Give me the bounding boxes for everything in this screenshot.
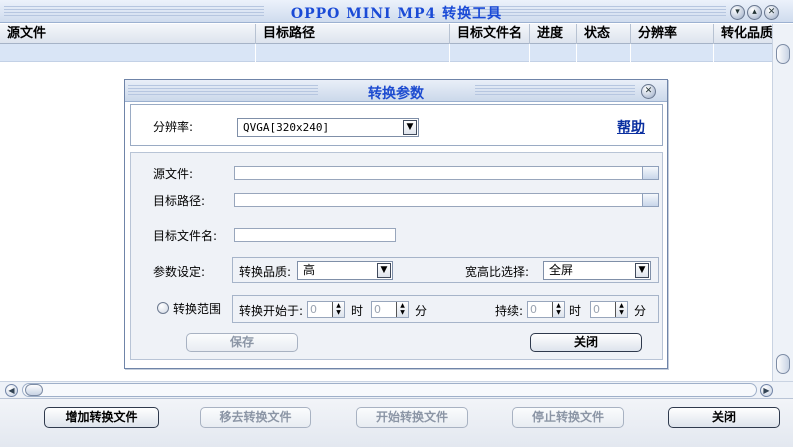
aspect-label: 宽高比选择:	[465, 265, 530, 279]
stop-convert-button[interactable]: 停止转换文件	[512, 407, 624, 428]
convert-params-dialog: 转换参数 ✕ 分辨率: QVGA[320x240] ▼ 帮助 源文件: 目标路径…	[124, 79, 668, 369]
spin-arrows-icon[interactable]: ▲ ▼	[332, 302, 344, 317]
column-header-progress[interactable]: 进度	[530, 24, 577, 44]
table-header: 源文件 目标路径 目标文件名 进度 状态 分辨率 转化品质	[0, 24, 772, 44]
maximize-icon[interactable]: ▴	[747, 5, 762, 20]
hour-label: 时	[351, 304, 364, 318]
column-header-quality[interactable]: 转化品质	[714, 24, 772, 44]
horizontal-scroll-thumb[interactable]	[25, 384, 43, 396]
aspect-value: 全屏	[549, 263, 574, 277]
table-row[interactable]	[0, 44, 772, 62]
horizontal-scrollbar[interactable]: ◀ ▶	[0, 381, 793, 398]
help-link[interactable]: 帮助	[617, 117, 645, 137]
duration-label: 持续:	[495, 304, 524, 318]
column-header-resolution[interactable]: 分辨率	[631, 24, 714, 44]
browse-source-button[interactable]	[642, 166, 659, 180]
aspect-select[interactable]: 全屏 ▼	[543, 261, 651, 280]
duration-hour-value: 0	[530, 303, 537, 316]
vertical-scroll-thumb[interactable]	[776, 44, 790, 64]
scroll-down-icon[interactable]	[776, 354, 790, 374]
main-window: OPPO MINI MP4 转换工具 ▾ ▴ ✕ 源文件 目标路径 目标文件名 …	[0, 0, 793, 447]
source-label: 源文件:	[153, 167, 194, 181]
params-group: 转换品质: 高 ▼ 宽高比选择: 全屏 ▼	[232, 257, 659, 283]
chevron-down-icon[interactable]: ▼	[635, 263, 649, 278]
column-header-source[interactable]: 源文件	[0, 24, 256, 44]
params-panel: 源文件: 目标路径: 目标文件名: 参数设定: 转换品质: 高 ▼ 宽高比选择:…	[130, 152, 663, 360]
dialog-close-button[interactable]: 关闭	[530, 333, 642, 352]
range-label: 转换范围	[173, 302, 222, 316]
source-field[interactable]	[234, 166, 659, 180]
window-title: OPPO MINI MP4 转换工具	[290, 6, 503, 22]
chevron-down-icon[interactable]: ▼	[403, 120, 417, 135]
target-name-field[interactable]	[234, 228, 396, 242]
quality-value: 高	[303, 263, 316, 277]
browse-target-button[interactable]	[642, 193, 659, 207]
title-bar[interactable]: OPPO MINI MP4 转换工具 ▾ ▴ ✕	[0, 0, 793, 23]
dialog-title: 转换参数	[368, 86, 424, 102]
minute-label: 分	[634, 304, 647, 318]
params-label: 参数设定:	[153, 265, 206, 279]
start-minute-stepper[interactable]: 0 ▲ ▼	[371, 301, 409, 318]
quality-label: 转换品质:	[239, 265, 292, 279]
scroll-right-icon[interactable]: ▶	[760, 384, 773, 397]
spin-arrows-icon[interactable]: ▲ ▼	[396, 302, 408, 317]
quality-select[interactable]: 高 ▼	[297, 261, 393, 280]
start-minute-value: 0	[374, 303, 381, 316]
resolution-select[interactable]: QVGA[320x240] ▼	[237, 118, 419, 137]
resolution-value: QVGA[320x240]	[243, 121, 330, 134]
scroll-left-icon[interactable]: ◀	[5, 384, 18, 397]
start-at-label: 转换开始于:	[239, 304, 304, 318]
resolution-label: 分辨率:	[153, 120, 194, 134]
range-group: 转换开始于: 0 ▲ ▼ 时 0 ▲ ▼ 分 持续: 0 ▲ ▼ 时 0 ▲ ▼…	[232, 295, 659, 323]
column-header-target-path[interactable]: 目标路径	[256, 24, 450, 44]
dialog-title-bar[interactable]: 转换参数 ✕	[125, 80, 667, 102]
vertical-scrollbar[interactable]	[772, 24, 793, 381]
minimize-icon[interactable]: ▾	[730, 5, 745, 20]
column-header-target-name[interactable]: 目标文件名	[450, 24, 530, 44]
close-button[interactable]: 关闭	[668, 407, 780, 428]
duration-hour-stepper[interactable]: 0 ▲ ▼	[527, 301, 565, 318]
spin-arrows-icon[interactable]: ▲ ▼	[615, 302, 627, 317]
duration-minute-value: 0	[593, 303, 600, 316]
duration-minute-stepper[interactable]: 0 ▲ ▼	[590, 301, 628, 318]
hour-label: 时	[569, 304, 582, 318]
save-button[interactable]: 保存	[186, 333, 298, 352]
range-checkbox[interactable]	[157, 302, 169, 314]
add-file-button[interactable]: 增加转换文件	[44, 407, 159, 428]
start-hour-value: 0	[310, 303, 317, 316]
minute-label: 分	[415, 304, 428, 318]
chevron-down-icon[interactable]: ▼	[377, 263, 391, 278]
column-header-status[interactable]: 状态	[577, 24, 631, 44]
spin-arrows-icon[interactable]: ▲ ▼	[552, 302, 564, 317]
target-path-label: 目标路径:	[153, 194, 206, 208]
target-name-label: 目标文件名:	[153, 229, 218, 243]
remove-file-button[interactable]: 移去转换文件	[200, 407, 311, 428]
start-convert-button[interactable]: 开始转换文件	[356, 407, 468, 428]
dialog-close-icon[interactable]: ✕	[641, 84, 656, 99]
close-icon[interactable]: ✕	[764, 5, 779, 20]
resolution-panel: 分辨率: QVGA[320x240] ▼ 帮助	[130, 104, 663, 146]
start-hour-stepper[interactable]: 0 ▲ ▼	[307, 301, 345, 318]
horizontal-scroll-track[interactable]	[22, 383, 757, 397]
bottom-toolbar: 增加转换文件 移去转换文件 开始转换文件 停止转换文件 关闭	[0, 398, 793, 447]
target-path-field[interactable]	[234, 193, 659, 207]
